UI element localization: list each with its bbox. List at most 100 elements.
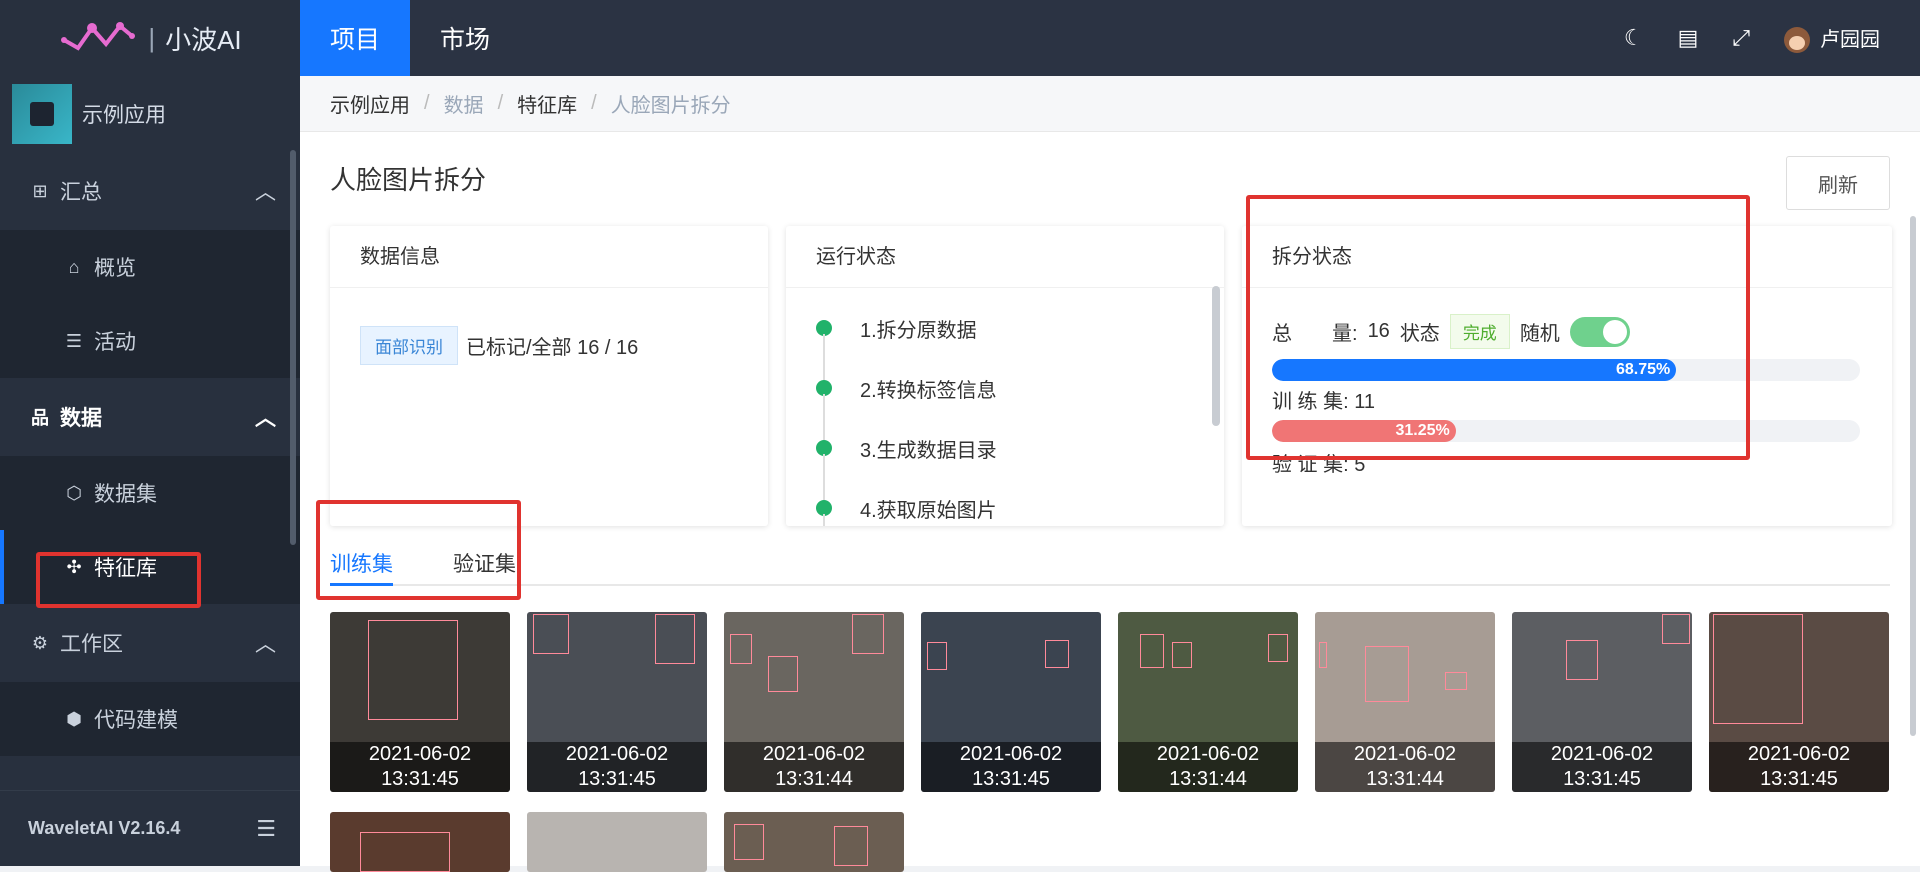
document-icon[interactable]: ▤ xyxy=(1678,25,1699,51)
page-title: 人脸图片拆分 xyxy=(330,165,487,195)
collapse-menu-icon[interactable]: ☰ xyxy=(256,816,276,842)
sidebar-item-activity[interactable]: ☰ 活动 xyxy=(0,304,300,378)
step-item: 1.拆分原数据 xyxy=(786,298,1224,384)
thumbnail-time: 13:31:45 xyxy=(381,768,459,790)
chevron-up-icon: ︿ xyxy=(255,633,276,656)
face-box xyxy=(368,620,458,720)
tab-train-set[interactable]: 训练集 xyxy=(330,536,393,586)
card-title: 数据信息 xyxy=(330,226,768,288)
thumbnail-date: 2021-06-02 xyxy=(959,743,1063,765)
val-progress-bar: 31.25% xyxy=(1272,420,1860,442)
breadcrumb-separator: / xyxy=(424,92,430,114)
sidebar-item-label: 数据集 xyxy=(94,483,157,506)
network-icon: ✣ xyxy=(66,556,82,577)
sidebar-item-label: 活动 xyxy=(94,331,136,354)
random-toggle[interactable] xyxy=(1569,316,1630,347)
refresh-button[interactable]: 刷新 xyxy=(1786,156,1890,210)
chevron-up-icon: ︿ xyxy=(255,407,276,430)
face-box xyxy=(1365,646,1409,702)
face-box xyxy=(1172,642,1192,668)
face-box xyxy=(1140,634,1164,668)
sidebar-item-code-modeling[interactable]: ⬢ 代码建模 xyxy=(0,682,300,756)
current-app[interactable]: 示例应用 xyxy=(0,76,300,152)
sidebar-group-summary[interactable]: ⊞ 汇总 ︿ xyxy=(0,152,300,230)
moon-icon[interactable]: ☾ xyxy=(1624,25,1644,51)
split-state-card: 拆分状态 总 量: 16 状态 完成 随机 68.75% 训 练 集: 11 3… xyxy=(1242,226,1892,526)
breadcrumb-item[interactable]: 特征库 xyxy=(517,89,577,118)
sidebar-item-dataset[interactable]: ⬡ 数据集 xyxy=(0,456,300,530)
run-state-card: 运行状态 1.拆分原数据 2.转换标签信息 3.生成数据目录 4.获取原始图片 xyxy=(786,226,1224,526)
status-badge: 完成 xyxy=(1449,314,1510,349)
thumbnail-card[interactable]: 2021-06-02 13:31:44 xyxy=(1118,612,1298,792)
thumbnail-time: 13:31:45 xyxy=(1760,768,1838,790)
tab-val-set[interactable]: 验证集 xyxy=(453,536,516,586)
thumbnail-timestamp: 2021-06-02 13:31:45 xyxy=(1709,742,1889,792)
step-line xyxy=(823,514,825,526)
card-title: 拆分状态 xyxy=(1242,226,1892,288)
breadcrumb-item[interactable]: 示例应用 xyxy=(330,89,410,118)
thumbnail-partial[interactable] xyxy=(724,812,904,872)
breadcrumb-separator: / xyxy=(591,92,597,114)
thumbnail-card[interactable]: 2021-06-02 13:31:44 xyxy=(1315,612,1495,792)
user-menu[interactable]: 卢园园 xyxy=(1784,23,1880,54)
thumbnail-timestamp: 2021-06-02 13:31:45 xyxy=(921,742,1101,792)
step-item: 2.转换标签信息 xyxy=(786,358,1224,444)
thumbnail-date: 2021-06-02 xyxy=(1550,743,1654,765)
thumbnail-partial[interactable] xyxy=(330,812,510,872)
set-tabs: 训练集 验证集 xyxy=(330,536,1890,586)
thumbnail-time: 13:31:45 xyxy=(578,768,656,790)
breadcrumb-item[interactable]: 数据 xyxy=(444,89,484,118)
random-label: 随机 xyxy=(1519,323,1560,345)
thumbnail-date: 2021-06-02 xyxy=(1353,743,1457,765)
tab-market[interactable]: 市场 xyxy=(410,0,520,76)
thumbnail-date: 2021-06-02 xyxy=(368,743,472,765)
card-title: 运行状态 xyxy=(786,226,1224,288)
step-item: 3.生成数据目录 xyxy=(786,418,1224,504)
train-count: 训 练 集: 11 xyxy=(1272,391,1375,413)
app-logo[interactable]: | 小波AI xyxy=(0,0,300,76)
activity-icon: ☰ xyxy=(65,330,83,351)
face-box xyxy=(768,656,798,692)
version-label: WaveletAI V2.16.4 xyxy=(28,818,181,838)
sidebar-item-label: 概览 xyxy=(94,257,136,280)
thumbnail-date: 2021-06-02 xyxy=(1747,743,1851,765)
sidebar: | 小波AI 示例应用 ⊞ 汇总 ︿ ⌂ 概览 ☰ 活动 品数据 ︿ ⬡ 数据集 ✣ 特征… xyxy=(0,0,300,866)
sidebar-item-label: 代码建模 xyxy=(94,709,178,732)
thumbnail-date: 2021-06-02 xyxy=(1156,743,1260,765)
thumbnail-card[interactable]: 2021-06-02 13:31:45 xyxy=(527,612,707,792)
thumbnail-card[interactable]: 2021-06-02 13:31:45 xyxy=(1512,612,1692,792)
thumbnail-card[interactable]: 2021-06-02 13:31:45 xyxy=(330,612,510,792)
sidebar-group-workspace[interactable]: ⚙ 工作区 ︿ xyxy=(0,604,300,682)
content-scrollbar[interactable] xyxy=(1910,216,1916,736)
fullscreen-icon[interactable]: ⤢ xyxy=(1732,25,1750,51)
steps-scrollbar[interactable] xyxy=(1212,286,1220,426)
cube-outline-icon: ⬢ xyxy=(66,708,82,729)
face-box xyxy=(360,832,450,872)
thumbnail-time: 13:31:44 xyxy=(1169,768,1247,790)
thumbnail-timestamp: 2021-06-02 13:31:44 xyxy=(1118,742,1298,792)
sidebar-item-overview[interactable]: ⌂ 概览 xyxy=(0,230,300,304)
thumbnail-partial[interactable] xyxy=(527,812,707,872)
thumbnail-timestamp: 2021-06-02 13:31:44 xyxy=(724,742,904,792)
chevron-up-icon: ︿ xyxy=(255,181,276,204)
sidebar-group-label: 汇总 xyxy=(60,181,102,204)
step-label: 3.生成数据目录 xyxy=(860,439,997,462)
current-app-label: 示例应用 xyxy=(82,104,166,127)
face-box xyxy=(730,634,752,664)
labeled-count: 已标记/全部 16 / 16 xyxy=(466,337,639,359)
sidebar-group-label: 工作区 xyxy=(60,633,123,656)
logo-text: 小波AI xyxy=(165,24,242,55)
sidebar-item-feature-store[interactable]: ✣ 特征库 xyxy=(0,530,300,604)
thumbnail-time: 13:31:45 xyxy=(1563,768,1641,790)
tab-project[interactable]: 项目 xyxy=(300,0,410,76)
sidebar-scrollbar[interactable] xyxy=(290,150,296,545)
face-box xyxy=(927,642,947,670)
avatar xyxy=(1784,27,1810,54)
thumbnail-card[interactable]: 2021-06-02 13:31:44 xyxy=(724,612,904,792)
cube-icon: ⬡ xyxy=(66,482,82,503)
thumbnail-card[interactable]: 2021-06-02 13:31:45 xyxy=(1709,612,1889,792)
thumbnail-time: 13:31:44 xyxy=(775,768,853,790)
sidebar-group-data[interactable]: 品数据 ︿ xyxy=(0,378,300,456)
thumbnail-card[interactable]: 2021-06-02 13:31:45 xyxy=(921,612,1101,792)
sidebar-group-label: 数据 xyxy=(60,407,102,430)
